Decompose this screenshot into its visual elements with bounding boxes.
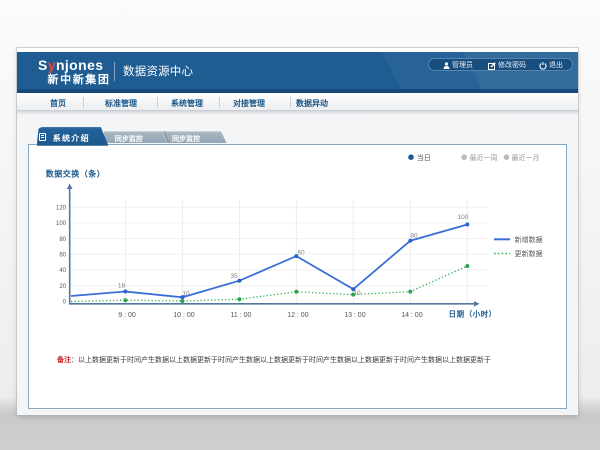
svg-text:60: 60 — [59, 252, 66, 258]
svg-text:日期（小时）: 日期（小时） — [449, 309, 497, 319]
svg-text:最近一月: 最近一月 — [512, 153, 540, 162]
svg-text:0: 0 — [63, 299, 67, 305]
svg-text:14 : 00: 14 : 00 — [401, 312, 423, 319]
svg-text:80: 80 — [410, 233, 418, 240]
svg-text:35: 35 — [230, 273, 238, 280]
svg-text:100: 100 — [56, 221, 67, 227]
svg-text:10: 10 — [182, 291, 190, 298]
svg-text:10: 10 — [353, 290, 361, 297]
svg-text:60: 60 — [297, 250, 305, 257]
svg-text:当日: 当日 — [417, 153, 431, 162]
svg-text:120: 120 — [56, 205, 67, 211]
svg-text:更新数据: 更新数据 — [515, 249, 543, 258]
svg-text:9 : 00: 9 : 00 — [118, 312, 136, 319]
svg-text:数据交换（条）: 数据交换（条） — [46, 169, 106, 179]
svg-text:10 : 00: 10 : 00 — [173, 312, 195, 319]
svg-text:80: 80 — [59, 237, 66, 243]
svg-text:100: 100 — [458, 214, 469, 221]
svg-text:新增数据: 新增数据 — [515, 235, 543, 244]
svg-text:20: 20 — [59, 284, 66, 290]
svg-text:11 : 00: 11 : 00 — [231, 312, 252, 319]
svg-text:13 : 00: 13 : 00 — [344, 312, 366, 319]
svg-text:18: 18 — [118, 283, 126, 290]
svg-text:40: 40 — [59, 268, 66, 274]
svg-text:12 : 00: 12 : 00 — [287, 312, 309, 319]
svg-text:最近一周: 最近一周 — [470, 153, 498, 162]
